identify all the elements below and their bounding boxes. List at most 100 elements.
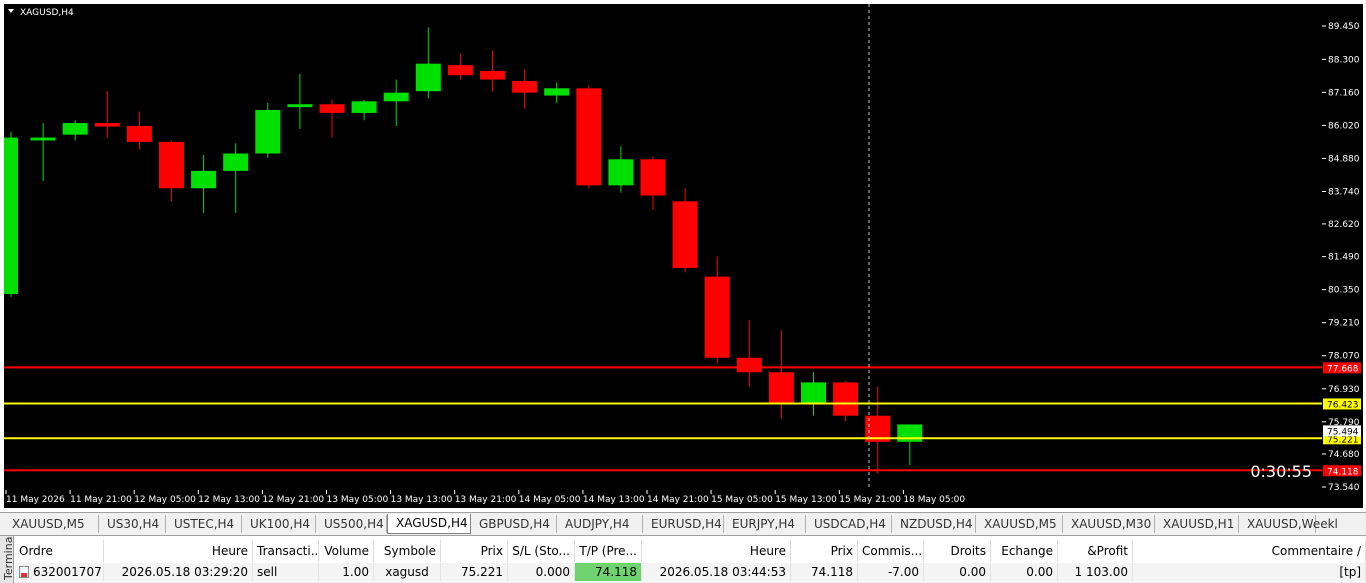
trade-cell[interactable]: 0.00 [924, 563, 991, 581]
price-chart[interactable]: 77.66876.42375.22174.11875.494 89.45088.… [0, 0, 1366, 512]
column-header[interactable]: Transacti... [253, 540, 319, 562]
price-label: 76.930 [1328, 385, 1360, 395]
trade-cell[interactable]: 2026.05.18 03:44:53 [642, 563, 791, 581]
column-header[interactable]: &Profit [1058, 540, 1133, 562]
candle-body [672, 201, 698, 268]
candle-body [319, 104, 345, 113]
column-header[interactable]: Droits [924, 540, 991, 562]
candle-body [223, 153, 249, 171]
candle-body [512, 81, 538, 93]
chart-window[interactable]: 77.668 76.423 75.221 74.118 75.494 89.450 88.… [0, 0, 1366, 512]
bid-label: 75.494 [1327, 427, 1359, 437]
candle-body [608, 159, 634, 186]
candle-body [287, 104, 313, 108]
chart-tab[interactable]: XAUUSD,M30 [1063, 515, 1155, 533]
time-label: 13 May 13:00 [391, 495, 453, 505]
column-header[interactable]: Symbole [374, 540, 441, 562]
price-label: 80.350 [1328, 286, 1360, 296]
chart-tab[interactable]: XAUUSD,H1 [1155, 515, 1239, 533]
trade-cell[interactable]: 0.000 [508, 563, 575, 581]
chart-tab[interactable]: NZDUSD,H4 [892, 515, 976, 533]
level-label: 77.668 [1327, 364, 1359, 374]
time-label: 13 May 05:00 [327, 495, 389, 505]
chart-tab[interactable]: USDCAD,H4 [806, 515, 892, 533]
chart-tab[interactable]: GBPUSD,H4 [471, 515, 557, 533]
candle-body [126, 125, 152, 142]
time-label: 14 May 13:00 [583, 495, 645, 505]
candle-body [768, 372, 794, 403]
column-header[interactable]: Prix [441, 540, 508, 562]
column-header[interactable]: Commentaire / [1133, 540, 1366, 562]
candle-body [415, 63, 441, 92]
price-label: 84.880 [1328, 154, 1360, 164]
column-header[interactable]: Echange [991, 540, 1058, 562]
price-label: 78.070 [1328, 352, 1360, 362]
chart-tab[interactable]: XAGUSD,H4 [387, 514, 471, 534]
trade-cell[interactable]: 1 103.00 [1058, 563, 1133, 581]
price-label: 88.300 [1328, 55, 1360, 65]
chart-tab[interactable]: AUDJPY,H4 [557, 515, 643, 533]
column-header[interactable]: Volume [319, 540, 374, 562]
candle-body [576, 88, 602, 186]
trade-cell[interactable]: -7.00 [858, 563, 924, 581]
trade-cell[interactable]: [tp] [1133, 563, 1366, 581]
time-label: 12 May 05:00 [134, 495, 196, 505]
plot-area[interactable] [4, 4, 1322, 490]
price-label: 89.450 [1328, 22, 1360, 32]
chart-tab[interactable]: US500,H4 [316, 515, 387, 533]
price-label: 74.680 [1328, 450, 1360, 460]
candle [255, 102, 281, 158]
time-label: 11 May 21:00 [70, 495, 132, 505]
column-header[interactable]: Heure [642, 540, 791, 562]
time-label: 11 May 2026 [6, 495, 65, 505]
trade-cell[interactable]: 1.00 [319, 563, 374, 581]
chart-tab[interactable]: EURJPY,H4 [724, 515, 806, 533]
price-label: 82.620 [1328, 220, 1360, 230]
price-label: 87.160 [1328, 88, 1360, 98]
column-header[interactable]: Prix [791, 540, 858, 562]
chart-tab[interactable]: XAUUSD,M5 [976, 515, 1063, 533]
column-header[interactable]: S/L (Sto... [508, 540, 575, 562]
trade-cell[interactable]: 2026.05.18 03:29:20 [104, 563, 253, 581]
candle-body [801, 382, 826, 403]
trade-cell[interactable]: 74.118 [575, 563, 642, 581]
time-label: 13 May 21:00 [455, 495, 517, 505]
level-label: 74.118 [1327, 467, 1359, 477]
chart-tab[interactable]: EURUSD,H4 [643, 515, 724, 533]
candle-body [640, 159, 666, 196]
price-label: 73.540 [1328, 483, 1360, 493]
chart-tab[interactable]: USTEC,H4 [166, 515, 242, 533]
trade-cell[interactable]: 74.118 [791, 563, 858, 581]
price-label: 81.490 [1328, 253, 1360, 263]
trade-cell[interactable]: sell [253, 563, 319, 581]
bar-countdown: 0:30:55 [1250, 462, 1312, 481]
column-header[interactable]: T/P (Pre... [575, 540, 642, 562]
candle-body [736, 357, 762, 373]
candle-body [480, 70, 505, 80]
time-label: 15 May 21:00 [839, 495, 901, 505]
chart-tab[interactable]: XAUUSD,M5 [4, 515, 99, 533]
candle [4, 131, 18, 297]
terminal-side-label: Terminal [0, 536, 14, 583]
time-label: 14 May 05:00 [519, 495, 581, 505]
time-label: 15 May 13:00 [775, 495, 837, 505]
candle [833, 380, 859, 422]
time-label: 18 May 05:00 [903, 495, 965, 505]
chart-tab[interactable]: US30,H4 [99, 515, 166, 533]
trade-cell[interactable]: xagusd [374, 563, 441, 581]
trade-cell[interactable]: 0.00 [991, 563, 1058, 581]
candle-body [159, 141, 184, 189]
chart-tab[interactable]: UK100,H4 [242, 515, 316, 533]
time-label: 12 May 13:00 [198, 495, 260, 505]
column-header[interactable]: Commis... [858, 540, 924, 562]
time-label: 15 May 05:00 [711, 495, 773, 505]
chart-tab[interactable]: XAUUSD,Weekl [1239, 515, 1338, 533]
trade-cell[interactable]: 75.221 [441, 563, 508, 581]
candle-body [62, 123, 88, 135]
column-header[interactable]: Ordre [15, 540, 104, 562]
level-label: 76.423 [1327, 400, 1359, 410]
trade-cell[interactable]: 632001707 [15, 563, 104, 581]
column-header[interactable]: Heure [104, 540, 253, 562]
price-label: 75.790 [1328, 418, 1360, 428]
candle-body [30, 137, 56, 141]
